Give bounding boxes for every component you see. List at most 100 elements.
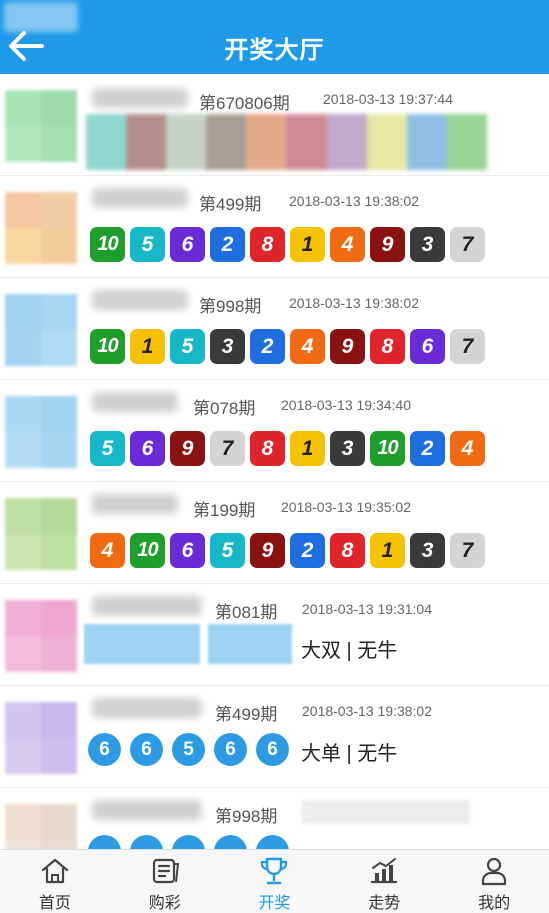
number-ball: 5	[210, 533, 245, 568]
lottery-logo	[5, 804, 77, 849]
number-ball: 9	[170, 431, 205, 466]
number-ball: 3	[210, 329, 245, 364]
draw-time: 2018-03-13 19:38:02	[302, 703, 432, 719]
lottery-item[interactable]: 第499期 2018-03-13 19:38:02 6 6 5 6 6 大单 |…	[0, 686, 549, 788]
lottery-name-blurred	[92, 494, 178, 514]
issue-number: 第499期	[215, 705, 278, 724]
result-blurred	[208, 624, 292, 664]
draw-time: 2018-03-13 19:38:02	[289, 295, 419, 311]
lottery-item[interactable]: 第199期 2018-03-13 19:35:02 4 10 6 5 9 2 8…	[0, 482, 549, 584]
lottery-item[interactable]: 第078期 2018-03-13 19:34:40 5 6 9 7 8 1 3 …	[0, 380, 549, 482]
number-ball: 6	[170, 533, 205, 568]
number-ball: 7	[450, 533, 485, 568]
number-ball: 2	[250, 329, 285, 364]
number-ball: 1	[370, 533, 405, 568]
number-ball: 10	[90, 329, 125, 364]
tab-label: 购彩	[148, 895, 181, 912]
number-ball: 4	[290, 329, 325, 364]
lottery-item[interactable]: 第670806期 2018-03-13 19:37:44	[0, 74, 549, 176]
number-ball: 2	[410, 431, 445, 466]
number-ball: 8	[250, 431, 285, 466]
lottery-name-blurred	[92, 188, 188, 208]
lottery-item[interactable]: 第499期 2018-03-13 19:38:02 10 5 6 2 8 1 4…	[0, 176, 549, 278]
draw-numbers	[88, 835, 289, 849]
lottery-logo	[5, 192, 77, 264]
number-ball: 10	[370, 431, 405, 466]
number-ball: 6	[256, 733, 289, 766]
tab-home[interactable]: 首页	[0, 850, 110, 913]
number-ball: 6	[130, 733, 163, 766]
lottery-name-blurred	[92, 88, 188, 108]
issue-number: 第499期	[199, 195, 262, 214]
lottery-logo	[5, 294, 77, 366]
issue-number: 第998期	[199, 297, 262, 316]
tab-label: 首页	[38, 895, 71, 912]
issue-number: 第081期	[215, 603, 278, 622]
draw-time: 2018-03-13 19:38:02	[289, 193, 419, 209]
lottery-name-blurred	[92, 392, 178, 412]
number-ball	[256, 835, 289, 849]
result-blurred	[86, 114, 487, 170]
draw-numbers: 4 10 6 5 9 2 8 1 3 7	[90, 533, 485, 568]
draw-time: 2018-03-13 19:34:40	[281, 397, 411, 413]
lottery-ticket-icon	[152, 858, 179, 884]
draw-numbers: 10 1 5 3 2 4 9 8 6 7	[90, 329, 485, 364]
number-ball: 8	[330, 533, 365, 568]
tab-profile[interactable]: 我的	[439, 850, 549, 913]
issue-number: 第078期	[193, 399, 256, 418]
number-ball: 4	[330, 227, 365, 262]
lottery-logo	[5, 702, 77, 774]
number-ball: 5	[170, 329, 205, 364]
draw-time: 2018-03-13 19:37:44	[323, 91, 453, 107]
number-ball: 4	[90, 533, 125, 568]
draw-time-blurred	[302, 800, 470, 824]
number-ball: 1	[290, 431, 325, 466]
number-ball	[130, 835, 163, 849]
number-ball: 1	[130, 329, 165, 364]
number-ball	[172, 835, 205, 849]
number-ball: 1	[290, 227, 325, 262]
number-ball: 7	[450, 329, 485, 364]
number-ball: 2	[290, 533, 325, 568]
tab-buy-lottery[interactable]: 购彩	[110, 850, 220, 913]
lottery-item[interactable]: 第081期 2018-03-13 19:31:04 大双 | 无牛	[0, 584, 549, 686]
tab-label: 我的	[478, 895, 511, 912]
lottery-logo	[5, 600, 77, 672]
number-ball: 8	[250, 227, 285, 262]
tab-trend[interactable]: 走势	[329, 850, 439, 913]
lottery-logo	[5, 498, 77, 570]
draw-numbers: 10 5 6 2 8 1 4 9 3 7	[90, 227, 485, 262]
app-header: 开奖大厅	[0, 0, 549, 74]
trend-chart-icon	[371, 858, 398, 884]
lottery-item[interactable]: 第998期	[0, 788, 549, 849]
number-ball	[88, 835, 121, 849]
tab-label: 开奖	[258, 895, 291, 912]
user-icon	[481, 857, 507, 886]
number-ball: 5	[90, 431, 125, 466]
number-ball: 6	[130, 431, 165, 466]
number-ball: 7	[210, 431, 245, 466]
page-title: 开奖大厅	[224, 37, 325, 64]
number-ball: 9	[250, 533, 285, 568]
number-ball: 6	[214, 733, 247, 766]
number-ball	[214, 835, 247, 849]
number-ball: 7	[450, 227, 485, 262]
draw-numbers: 6 6 5 6 6	[88, 733, 289, 766]
number-ball: 5	[172, 733, 205, 766]
result-text: 大双 | 无牛	[301, 640, 398, 662]
tab-draw-results[interactable]: 开奖	[220, 850, 330, 913]
lottery-item[interactable]: 第998期 2018-03-13 19:38:02 10 1 5 3 2 4 9…	[0, 278, 549, 380]
number-ball: 9	[370, 227, 405, 262]
number-ball: 6	[88, 733, 121, 766]
lottery-logo	[5, 90, 77, 162]
number-ball: 3	[410, 533, 445, 568]
draw-time: 2018-03-13 19:31:04	[302, 601, 432, 617]
lottery-name-blurred	[92, 800, 202, 820]
lottery-list[interactable]: 第670806期 2018-03-13 19:37:44 第499期 2018-…	[0, 74, 549, 849]
trophy-icon	[261, 857, 288, 885]
number-ball: 2	[210, 227, 245, 262]
number-ball: 3	[330, 431, 365, 466]
number-ball: 3	[410, 227, 445, 262]
number-ball: 10	[90, 227, 125, 262]
lottery-logo	[5, 396, 77, 468]
